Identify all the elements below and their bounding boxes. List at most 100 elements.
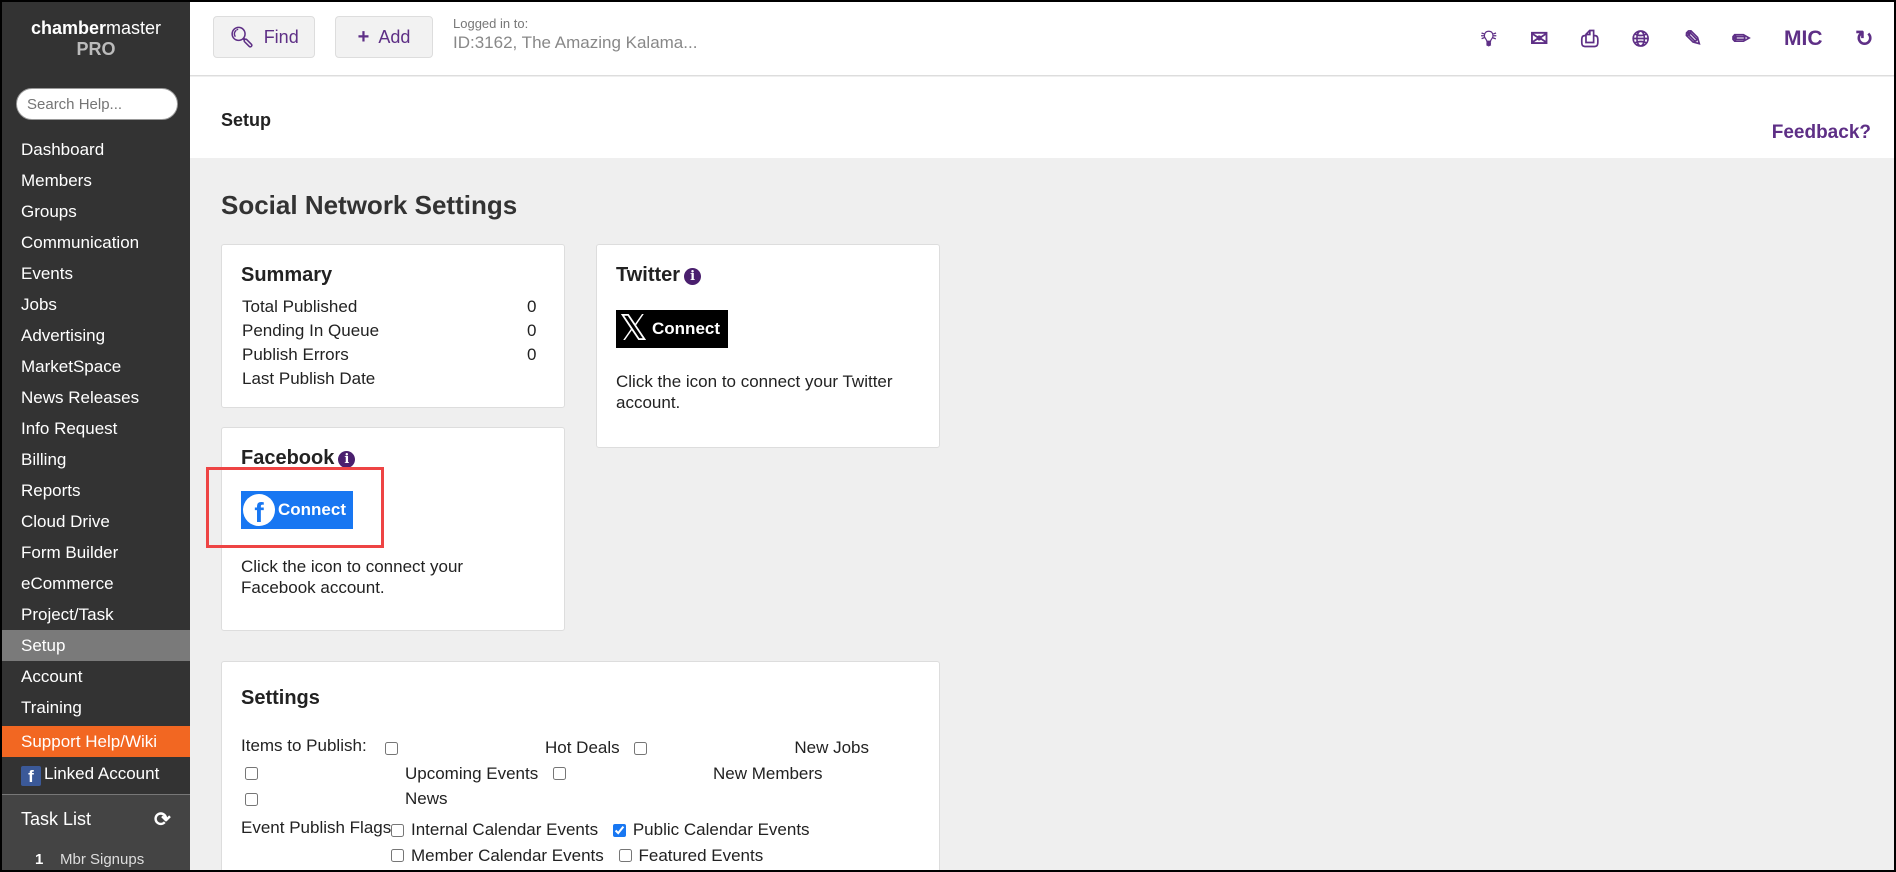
checkbox-hot-deals[interactable]: Hot Deals bbox=[381, 736, 620, 760]
sidebar-item-billing[interactable]: Billing bbox=[2, 444, 190, 475]
settings-card: Settings Items to Publish: Hot Deals New… bbox=[221, 661, 940, 870]
plus-icon: + bbox=[357, 25, 370, 48]
search-help-input[interactable] bbox=[16, 88, 178, 120]
sidebar-nav: Dashboard Members Groups Communication Event… bbox=[2, 134, 190, 757]
event-flags-label: Event Publish Flags: bbox=[241, 818, 396, 837]
task-list-title: Task List bbox=[21, 809, 92, 829]
checkbox-label: Internal Calendar Events bbox=[411, 820, 599, 839]
sidebar-item-account[interactable]: Account bbox=[2, 661, 190, 692]
sidebar-item-training[interactable]: Training bbox=[2, 692, 190, 723]
checkbox-label: Member Calendar Events bbox=[411, 845, 604, 865]
summary-value: 0 bbox=[527, 345, 537, 364]
page-header: Setup Feedback? bbox=[190, 77, 1894, 158]
twitter-card: Twitter i 𝕏 Connect Click the icon to conn… bbox=[596, 244, 940, 448]
twitter-description: Click the icon to connect your Twitter a… bbox=[616, 372, 893, 412]
checkbox-label: Public Calendar Events bbox=[632, 820, 810, 839]
checkbox-label: Upcoming Events bbox=[405, 763, 539, 783]
summary-label: Last Publish Date bbox=[242, 369, 376, 388]
sidebar-item-marketspace[interactable]: MarketSpace bbox=[2, 351, 190, 382]
summary-label: Total Published bbox=[242, 297, 358, 316]
refresh-icon[interactable]: ⟳ bbox=[154, 807, 171, 832]
linked-account[interactable]: f Linked Account bbox=[2, 758, 190, 790]
checkbox-new-members[interactable]: New Members bbox=[549, 762, 823, 786]
refresh-icon[interactable]: ↻ bbox=[1855, 26, 1873, 52]
checkbox-input[interactable] bbox=[552, 767, 566, 780]
highlight-box bbox=[206, 467, 384, 548]
summary-value: 0 bbox=[527, 297, 537, 316]
feedback-link[interactable]: Feedback? bbox=[1772, 122, 1871, 144]
logo: chambermaster PRO bbox=[30, 18, 162, 59]
checkbox-label: News bbox=[405, 789, 448, 808]
checkbox-input[interactable] bbox=[245, 792, 258, 806]
print-icon[interactable]: ⎙ bbox=[1581, 26, 1599, 52]
sidebar-item-news-releases[interactable]: News Releases bbox=[2, 382, 190, 413]
twitter-title: Twitter i bbox=[616, 264, 702, 287]
sidebar-item-communication[interactable]: Communication bbox=[2, 227, 190, 258]
sidebar-item-form-builder[interactable]: Form Builder bbox=[2, 537, 190, 568]
user-initials[interactable]: MIC bbox=[1784, 26, 1823, 52]
sidebar-item-info-request[interactable]: Info Request bbox=[2, 413, 190, 444]
summary-title: Summary bbox=[241, 264, 333, 286]
flags-checkbox-group: Internal Calendar Events Public Calendar… bbox=[387, 818, 827, 869]
checkbox-input[interactable] bbox=[618, 849, 632, 862]
task-item[interactable]: Mbr Signups bbox=[60, 851, 144, 868]
checkbox-input[interactable] bbox=[634, 741, 648, 755]
checkbox-input[interactable] bbox=[245, 767, 258, 780]
checkbox-input[interactable] bbox=[391, 849, 404, 862]
checkbox-label: Featured Events bbox=[638, 845, 764, 865]
page-title: Social Network Settings bbox=[221, 190, 518, 220]
checkbox-label: New Members bbox=[712, 763, 823, 783]
items-checkbox-group: Hot Deals New Jobs Upcoming Events New M… bbox=[241, 736, 931, 813]
sidebar-item-reports[interactable]: Reports bbox=[2, 475, 190, 506]
checkbox-input[interactable] bbox=[385, 741, 398, 755]
sidebar-item-cloud-drive[interactable]: Cloud Drive bbox=[2, 506, 190, 537]
checkbox-new-jobs[interactable]: New Jobs bbox=[630, 736, 869, 760]
pencil-icon[interactable]: ✏︎ bbox=[1732, 26, 1750, 52]
facebook-description: Click the icon to connect your Facebook … bbox=[241, 557, 464, 597]
sidebar-item-dashboard[interactable]: Dashboard bbox=[2, 134, 190, 165]
checkbox-news[interactable]: News bbox=[241, 787, 448, 811]
checkbox-internal-calendar-events[interactable]: Internal Calendar Events bbox=[387, 818, 598, 842]
sidebar: chambermasterPRO DashboardMembersGroupsC… bbox=[2, 2, 190, 870]
task-list: Task List ⟳ 1 Mbr Signups bbox=[2, 794, 190, 870]
checkbox-label: Hot Deals bbox=[545, 738, 620, 757]
sidebar-item-events[interactable]: Events bbox=[2, 258, 190, 289]
checkbox-input[interactable] bbox=[391, 823, 404, 837]
envelope-icon[interactable]: ✉ bbox=[1530, 26, 1548, 52]
checkbox-upcoming-events[interactable]: Upcoming Events bbox=[241, 762, 538, 786]
settings-title: Settings bbox=[241, 687, 320, 709]
x-logo-icon: 𝕏 bbox=[619, 308, 649, 349]
breadcrumb: Setup bbox=[221, 110, 272, 130]
info-icon[interactable]: i bbox=[338, 451, 356, 468]
info-icon[interactable]: i bbox=[684, 268, 702, 285]
task-count: 1 bbox=[35, 851, 44, 868]
summary-label: Publish Errors bbox=[242, 345, 349, 364]
top-header: 🔍︎ Find + Add Logged in to: ID:3162, The A… bbox=[190, 2, 1894, 76]
sidebar-item-jobs[interactable]: Jobs bbox=[2, 289, 190, 320]
checkbox-label: New Jobs bbox=[794, 738, 870, 757]
facebook-icon: f bbox=[21, 766, 41, 786]
sidebar-item-ecommerce[interactable]: eCommerce bbox=[2, 568, 190, 599]
sidebar-item-support[interactable]: Support Help/Wiki bbox=[2, 726, 190, 757]
sidebar-item-advertising[interactable]: Advertising bbox=[2, 320, 190, 351]
sidebar-item-setup[interactable]: Setup bbox=[2, 630, 190, 661]
add-button[interactable]: + Add bbox=[335, 16, 433, 58]
lightbulb-icon[interactable]: 💡︎ bbox=[1481, 26, 1496, 52]
checkbox-input[interactable] bbox=[612, 823, 626, 837]
checkbox-member-calendar-events[interactable]: Member Calendar Events bbox=[387, 844, 604, 868]
twitter-connect-button[interactable]: 𝕏 Connect bbox=[616, 310, 728, 348]
find-button[interactable]: 🔍︎ Find bbox=[213, 16, 315, 58]
summary-label: Pending In Queue bbox=[242, 321, 380, 340]
logged-in-value[interactable]: ID:3162, The Amazing Kalama... bbox=[453, 33, 697, 53]
edit-icon[interactable]: ✎ bbox=[1684, 26, 1702, 52]
checkbox-public-calendar-events[interactable]: Public Calendar Events bbox=[609, 818, 810, 842]
search-icon: 🔍︎ bbox=[229, 26, 255, 49]
logged-in-label: Logged in to: bbox=[453, 16, 529, 31]
summary-value: 0 bbox=[527, 321, 537, 340]
sidebar-item-groups[interactable]: Groups bbox=[2, 196, 190, 227]
sidebar-item-members[interactable]: Members bbox=[2, 165, 190, 196]
globe-icon[interactable]: 🌐︎ bbox=[1632, 26, 1650, 52]
checkbox-featured-events[interactable]: Featured Events bbox=[615, 844, 764, 868]
summary-card: Summary Total Published 0 Pending In Queue… bbox=[221, 244, 565, 408]
sidebar-item-project-task[interactable]: Project/Task bbox=[2, 599, 190, 630]
